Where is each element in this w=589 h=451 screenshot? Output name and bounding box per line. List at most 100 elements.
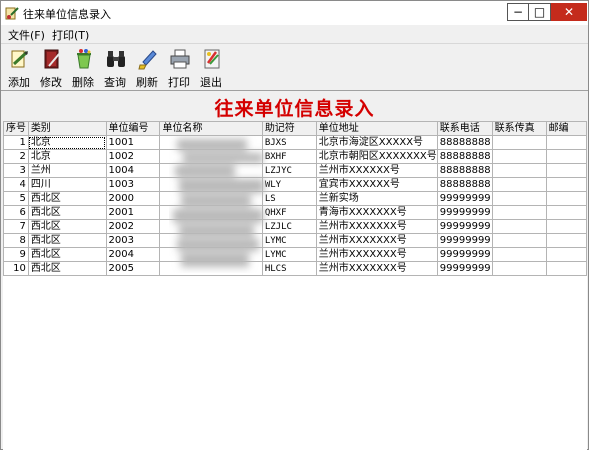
cell-fax[interactable] bbox=[491, 149, 547, 164]
data-grid[interactable]: 序号 类别 单位编号 单位名称 助记符 单位地址 联系电话 联系传真 邮编 1 bbox=[3, 121, 588, 276]
cell-unit-code[interactable]: 1004 bbox=[105, 163, 161, 178]
cell-phone[interactable]: 99999999 bbox=[436, 205, 493, 220]
cell-phone[interactable]: 88888888 bbox=[436, 149, 493, 164]
table-row[interactable]: 9 西北区 2004 LYMC 兰州市XXXXXXX号 99999999 bbox=[3, 247, 588, 262]
col-header-unit-code[interactable]: 单位编号 bbox=[105, 121, 161, 136]
cell-address[interactable]: 北京市朝阳区XXXXXXX号 bbox=[315, 149, 438, 164]
cell-phone[interactable]: 88888888 bbox=[436, 135, 493, 150]
table-row[interactable]: 5 西北区 2000 LS 兰新实场 99999999 bbox=[3, 191, 588, 206]
cell-category[interactable]: 西北区 bbox=[27, 191, 107, 206]
col-header-mnemonic[interactable]: 助记符 bbox=[261, 121, 317, 136]
col-header-postcode[interactable]: 邮编 bbox=[545, 121, 588, 136]
cell-category[interactable]: 四川 bbox=[27, 177, 107, 192]
table-row[interactable]: 2 北京 1002 BXHF 北京市朝阳区XXXXXXX号 88888888 bbox=[3, 149, 588, 164]
cell-unit-code[interactable]: 1003 bbox=[105, 177, 161, 192]
cell-phone[interactable]: 99999999 bbox=[436, 191, 493, 206]
cell-fax[interactable] bbox=[491, 233, 547, 248]
cell-unit-code[interactable]: 2001 bbox=[105, 205, 161, 220]
search-label: 查询 bbox=[104, 76, 126, 89]
row-seq: 6 bbox=[3, 205, 29, 220]
table-row[interactable]: 7 西北区 2002 LZJLC 兰州市XXXXXXX号 99999999 bbox=[3, 219, 588, 234]
refresh-label: 刷新 bbox=[136, 76, 158, 89]
cell-phone[interactable]: 88888888 bbox=[436, 163, 493, 178]
cell-address[interactable]: 兰州市XXXXXXX号 bbox=[315, 261, 438, 276]
menu-print[interactable]: 打印(T) bbox=[52, 27, 89, 43]
cell-phone[interactable]: 99999999 bbox=[436, 261, 493, 276]
cell-unit-code[interactable]: 2003 bbox=[105, 233, 161, 248]
cell-postcode[interactable] bbox=[545, 135, 588, 150]
cell-category[interactable]: 兰州 bbox=[27, 163, 107, 178]
table-row[interactable]: 8 西北区 2003 LYMC 兰州市XXXXXXX号 99999999 bbox=[3, 233, 588, 248]
cell-fax[interactable] bbox=[491, 205, 547, 220]
cell-postcode[interactable] bbox=[545, 191, 588, 206]
print-label: 打印 bbox=[168, 76, 190, 89]
cell-category[interactable]: 西北区 bbox=[27, 219, 107, 234]
minimize-button[interactable]: − bbox=[507, 3, 529, 21]
cell-category[interactable]: 西北区 bbox=[27, 205, 107, 220]
table-row[interactable]: 6 西北区 2001 QHXF 青海市XXXXXXX号 99999999 bbox=[3, 205, 588, 220]
cell-fax[interactable] bbox=[491, 135, 547, 150]
menu-file[interactable]: 文件(F) bbox=[8, 27, 45, 43]
cell-unit-code[interactable]: 1002 bbox=[105, 149, 161, 164]
col-header-unit-name[interactable]: 单位名称 bbox=[159, 121, 263, 136]
cell-postcode[interactable] bbox=[545, 247, 588, 262]
menu-bar: 文件(F) 打印(T) bbox=[1, 25, 588, 44]
cell-address[interactable]: 兰州市XXXXXXX号 bbox=[315, 233, 438, 248]
cell-fax[interactable] bbox=[491, 163, 547, 178]
cell-address[interactable]: 兰州市XXXXXXX号 bbox=[315, 219, 438, 234]
table-row[interactable]: 10 西北区 2005 HLCS 兰州市XXXXXXX号 99999999 bbox=[3, 261, 588, 276]
cell-postcode[interactable] bbox=[545, 261, 588, 276]
cell-postcode[interactable] bbox=[545, 205, 588, 220]
cell-phone[interactable]: 99999999 bbox=[436, 233, 493, 248]
cell-category[interactable]: 北京 bbox=[27, 135, 107, 150]
col-header-address[interactable]: 单位地址 bbox=[315, 121, 438, 136]
exit-button[interactable]: 退出 bbox=[196, 46, 226, 89]
cell-unit-code[interactable]: 2002 bbox=[105, 219, 161, 234]
print-button[interactable]: 打印 bbox=[164, 46, 194, 89]
col-header-fax[interactable]: 联系传真 bbox=[491, 121, 547, 136]
cell-fax[interactable] bbox=[491, 191, 547, 206]
cell-postcode[interactable] bbox=[545, 163, 588, 178]
cell-fax[interactable] bbox=[491, 219, 547, 234]
cell-fax[interactable] bbox=[491, 177, 547, 192]
cell-fax[interactable] bbox=[491, 261, 547, 276]
row-seq: 1 bbox=[3, 135, 29, 150]
cell-address[interactable]: 北京市海淀区XXXXX号 bbox=[315, 135, 438, 150]
add-button[interactable]: 添加 bbox=[4, 46, 34, 89]
col-header-seq[interactable]: 序号 bbox=[3, 121, 29, 136]
cell-unit-code[interactable]: 2005 bbox=[105, 261, 161, 276]
cell-address[interactable]: 兰新实场 bbox=[315, 191, 438, 206]
cell-address[interactable]: 青海市XXXXXXX号 bbox=[315, 205, 438, 220]
cell-phone[interactable]: 88888888 bbox=[436, 177, 493, 192]
search-button[interactable]: 查询 bbox=[100, 46, 130, 89]
binoculars-icon bbox=[107, 51, 125, 67]
col-header-category[interactable]: 类别 bbox=[27, 121, 107, 136]
cell-address[interactable]: 宜宾市XXXXXX号 bbox=[315, 177, 438, 192]
cell-category[interactable]: 西北区 bbox=[27, 247, 107, 262]
table-row[interactable]: 3 兰州 1004 LZJYC 兰州市XXXXXX号 88888888 bbox=[3, 163, 588, 178]
cell-category[interactable]: 西北区 bbox=[27, 233, 107, 248]
cell-postcode[interactable] bbox=[545, 149, 588, 164]
table-row[interactable]: 4 四川 1003 WLY 宜宾市XXXXXX号 88888888 bbox=[3, 177, 588, 192]
cell-unit-code[interactable]: 2000 bbox=[105, 191, 161, 206]
table-row[interactable]: 1 北京 1001 BJXS 北京市海淀区XXXXX号 88888888 bbox=[3, 135, 588, 150]
cell-unit-code[interactable]: 1001 bbox=[105, 135, 161, 150]
cell-category[interactable]: 北京 bbox=[27, 149, 107, 164]
cell-category[interactable]: 西北区 bbox=[27, 261, 107, 276]
cell-address[interactable]: 兰州市XXXXXX号 bbox=[315, 163, 438, 178]
cell-postcode[interactable] bbox=[545, 219, 588, 234]
cell-unit-code[interactable]: 2004 bbox=[105, 247, 161, 262]
cell-postcode[interactable] bbox=[545, 177, 588, 192]
close-button[interactable]: ✕ bbox=[551, 3, 587, 21]
maximize-button[interactable]: □ bbox=[529, 3, 551, 21]
cell-postcode[interactable] bbox=[545, 233, 588, 248]
row-seq: 4 bbox=[3, 177, 29, 192]
cell-address[interactable]: 兰州市XXXXXXX号 bbox=[315, 247, 438, 262]
cell-phone[interactable]: 99999999 bbox=[436, 247, 493, 262]
edit-button[interactable]: 修改 bbox=[36, 46, 66, 89]
cell-fax[interactable] bbox=[491, 247, 547, 262]
delete-button[interactable]: 删除 bbox=[68, 46, 98, 89]
cell-phone[interactable]: 99999999 bbox=[436, 219, 493, 234]
col-header-phone[interactable]: 联系电话 bbox=[436, 121, 493, 136]
refresh-button[interactable]: 刷新 bbox=[132, 46, 162, 89]
